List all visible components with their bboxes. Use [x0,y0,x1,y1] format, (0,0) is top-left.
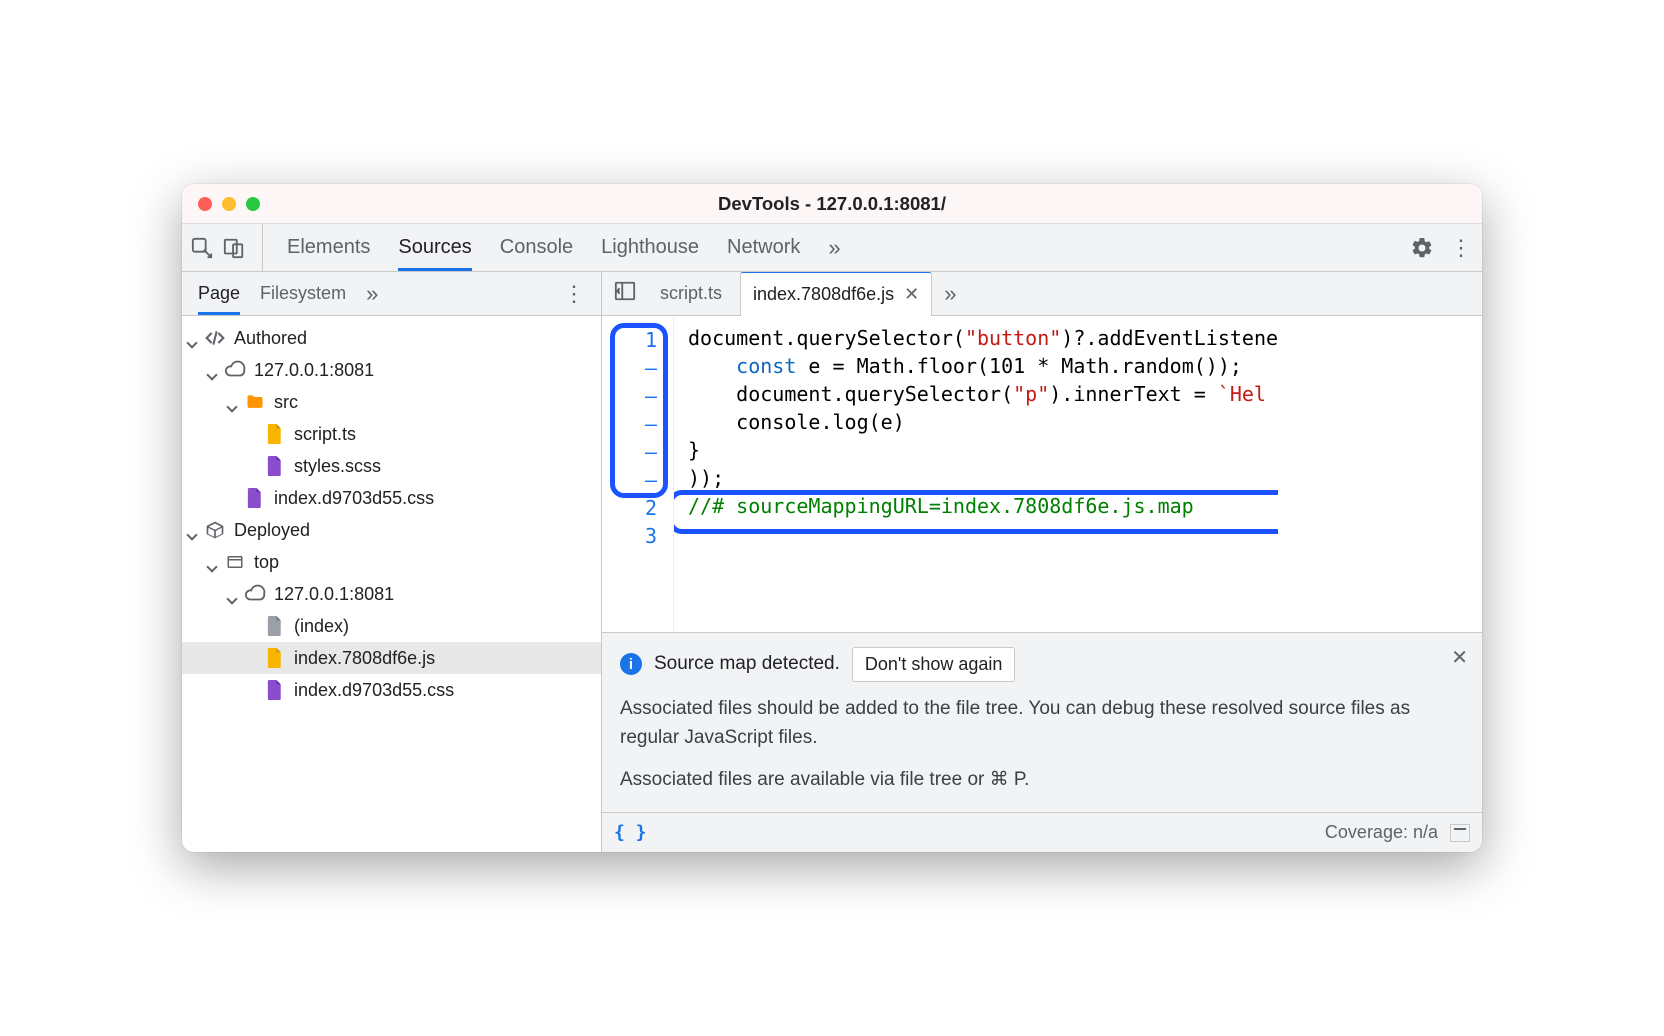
window-controls [198,197,260,211]
tree-frame-top[interactable]: top [182,546,601,578]
file-tabstrip: script.ts index.7808df6e.js ✕ » [602,272,1482,316]
code-content[interactable]: document.querySelector("button")?.addEve… [674,316,1278,632]
main-toolbar: Elements Sources Console Lighthouse Netw… [182,224,1482,272]
gutter[interactable]: 1 – – – – – 2 3 [602,316,674,632]
sidebar-kebab-icon[interactable]: ⋮ [563,281,587,307]
toggle-navigator-icon[interactable] [608,280,642,307]
editor-footer: { } Coverage: n/a [602,812,1482,852]
tree-label: Deployed [234,520,310,541]
close-window-button[interactable] [198,197,212,211]
package-icon [204,519,226,541]
tab-network[interactable]: Network [727,224,800,271]
sidebar-tabstrip: Page Filesystem » ⋮ [182,272,601,316]
inspect-element-icon[interactable] [190,236,214,260]
tree-label: Authored [234,328,307,349]
sidebar-tab-filesystem[interactable]: Filesystem [260,272,346,315]
infobar-text: Associated files should be added to the … [620,694,1464,753]
tabs-overflow-icon[interactable]: » [828,224,840,271]
infobar-text: Associated files are available via file … [620,765,1464,794]
tree-file-authored-css[interactable]: index.d9703d55.css [182,482,601,514]
tree-label: 127.0.0.1:8081 [254,360,374,381]
tree-file-index-js[interactable]: index.7808df6e.js [182,642,601,674]
cloud-icon [244,583,266,605]
script-file-icon [264,423,286,445]
titlebar: DevTools - 127.0.0.1:8081/ [182,184,1482,224]
source-map-infobar: ✕ i Source map detected. Don't show agai… [602,632,1482,812]
tab-console[interactable]: Console [500,224,573,271]
gutter-line: 3 [602,522,673,550]
zoom-window-button[interactable] [246,197,260,211]
style-file-icon [244,487,266,509]
tree-host-authored[interactable]: 127.0.0.1:8081 [182,354,601,386]
tree-file-index[interactable]: (index) [182,610,601,642]
tree-label: index.7808df6e.js [294,648,435,669]
window-title: DevTools - 127.0.0.1:8081/ [182,193,1482,215]
code-line: document.querySelector("p").innerText = … [688,382,1278,410]
style-file-icon [264,679,286,701]
code-editor[interactable]: 1 – – – – – 2 3 document.querySelector("… [602,316,1482,632]
style-file-icon [264,455,286,477]
tree-label: styles.scss [294,456,381,477]
dont-show-again-button[interactable]: Don't show again [852,647,1016,682]
tree-label: index.d9703d55.css [294,680,454,701]
file-tab-label: script.ts [660,283,722,304]
tree-group-deployed[interactable]: Deployed [182,514,601,546]
folder-icon [244,391,266,413]
code-icon [204,327,226,349]
minimize-window-button[interactable] [222,197,236,211]
tree-group-authored[interactable]: Authored [182,322,601,354]
gutter-highlight [610,323,668,498]
frame-icon [224,551,246,573]
file-tab-index-js[interactable]: index.7808df6e.js ✕ [740,272,932,316]
tree-label: index.d9703d55.css [274,488,434,509]
device-toggle-icon[interactable] [222,236,246,260]
editor-area: script.ts index.7808df6e.js ✕ » 1 – – – … [602,272,1482,852]
sidebar-tabs-overflow-icon[interactable]: » [366,272,378,315]
tree-file-styles-scss[interactable]: styles.scss [182,450,601,482]
tree-file-script-ts[interactable]: script.ts [182,418,601,450]
pretty-print-button[interactable]: { } [614,822,647,843]
tree-label: script.ts [294,424,356,445]
tree-label: top [254,552,279,573]
tree-label: 127.0.0.1:8081 [274,584,394,605]
info-icon: i [620,653,642,675]
file-tabs-overflow-icon[interactable]: » [938,272,962,315]
tree-folder-src[interactable]: src [182,386,601,418]
code-highlight [674,490,1278,534]
cloud-icon [224,359,246,381]
tree-file-index-css[interactable]: index.d9703d55.css [182,674,601,706]
file-tree: Authored 127.0.0.1:8081 src [182,316,601,852]
document-file-icon [264,615,286,637]
code-line: } [688,438,1278,466]
code-line: document.querySelector("button")?.addEve… [688,326,1278,354]
devtools-window: DevTools - 127.0.0.1:8081/ Elements Sour… [182,184,1482,852]
tree-label: src [274,392,298,413]
code-line: const e = Math.floor(101 * Math.random()… [688,354,1278,382]
code-line: console.log(e) [688,410,1278,438]
script-file-icon [264,647,286,669]
tree-label: (index) [294,616,349,637]
tab-lighthouse[interactable]: Lighthouse [601,224,699,271]
infobar-close-icon[interactable]: ✕ [1451,645,1468,670]
file-tab-script-ts[interactable]: script.ts [648,272,734,315]
tab-sources[interactable]: Sources [398,224,471,271]
tree-host-deployed[interactable]: 127.0.0.1:8081 [182,578,601,610]
navigator-sidebar: Page Filesystem » ⋮ Authored [182,272,602,852]
gutter-line: 2 [602,494,673,522]
settings-gear-icon[interactable] [1410,236,1434,260]
coverage-label: Coverage: n/a [1325,822,1438,843]
show-drawer-icon[interactable] [1450,824,1470,842]
close-tab-icon[interactable]: ✕ [904,284,919,305]
tab-elements[interactable]: Elements [287,224,370,271]
kebab-menu-icon[interactable]: ⋮ [1450,236,1474,260]
infobar-title: Source map detected. [654,653,840,675]
file-tab-label: index.7808df6e.js [753,284,894,305]
sidebar-tab-page[interactable]: Page [198,272,240,315]
